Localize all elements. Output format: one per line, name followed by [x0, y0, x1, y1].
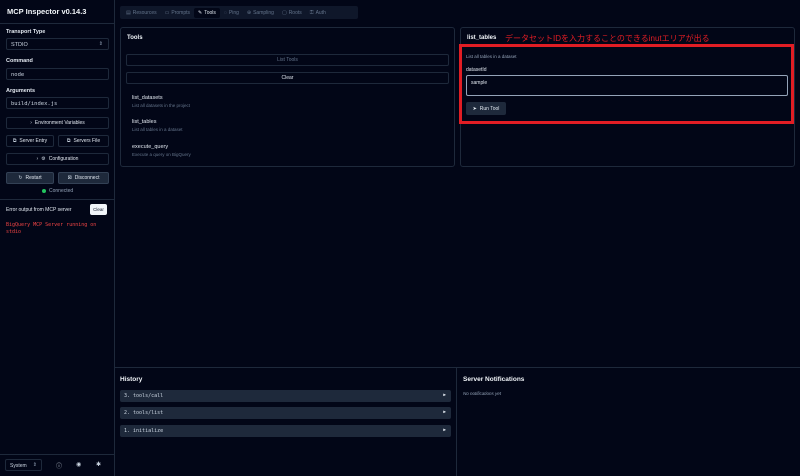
- disconnect-icon: ⊠: [67, 175, 72, 181]
- theme-value: System: [10, 463, 27, 469]
- prompts-icon: ▭: [164, 9, 170, 16]
- tool-name: list_tables: [132, 119, 157, 125]
- resources-icon: ▤: [126, 9, 131, 16]
- configuration-button[interactable]: › ⚙ Configuration: [6, 153, 109, 165]
- history-item[interactable]: 3. tools/call ▶: [120, 390, 451, 402]
- tab-bar: ▤ Resources ▭ Prompts ✎ Tools ◌ Ping ⊕ S…: [120, 6, 358, 19]
- restart-button[interactable]: ↻ Restart: [6, 172, 54, 184]
- expand-icon: ▶: [443, 393, 446, 398]
- tab-label: Auth: [315, 9, 326, 16]
- tab-label: Resources: [132, 9, 157, 16]
- tool-item-list-datasets[interactable]: list_datasets List all datasets in the p…: [132, 95, 190, 108]
- tool-item-execute-query[interactable]: execute_query Execute a query on BigQuer…: [132, 144, 191, 157]
- tab-sampling[interactable]: ⊕ Sampling: [243, 8, 278, 18]
- chevron-right-icon: ›: [36, 156, 39, 162]
- tab-label: Roots: [288, 9, 302, 16]
- history-item-label: 3. tools/call: [124, 393, 164, 399]
- sidebar-footer: System ⇕ ⓘ ◉ ✱: [0, 454, 115, 476]
- tool-description: Execute a query on BigQuery: [132, 152, 191, 157]
- disconnect-button[interactable]: ⊠ Disconnect: [58, 172, 109, 184]
- history-item[interactable]: 2. tools/list ▶: [120, 407, 451, 419]
- environment-variables-label: Environment Variables: [34, 120, 85, 126]
- servers-file-label: Servers File: [73, 138, 101, 144]
- bottom-area: [115, 367, 800, 476]
- disconnect-label: Disconnect: [74, 175, 100, 181]
- chevron-updown-icon: ⇕: [98, 41, 103, 47]
- tool-description: List all tables in a dataset: [132, 127, 183, 132]
- tool-name: execute_query: [132, 144, 169, 150]
- arguments-input[interactable]: build/index.js: [6, 97, 109, 109]
- sidebar-divider: [0, 23, 115, 24]
- tab-label: Sampling: [253, 9, 274, 16]
- clear-tools-button[interactable]: Clear: [126, 72, 449, 84]
- transport-type-value: STDIO: [11, 42, 28, 48]
- history-item[interactable]: 1. initialize ▶: [120, 425, 451, 437]
- server-notifications-title: Server Notifications: [463, 376, 525, 383]
- history-title: History: [120, 376, 143, 383]
- history-item-label: 1. initialize: [124, 428, 164, 434]
- restart-label: Restart: [25, 175, 42, 181]
- chevron-updown-icon: ⇕: [32, 462, 37, 468]
- notifications-empty-text: No notifications yet: [463, 391, 502, 396]
- arguments-label: Arguments: [6, 88, 36, 94]
- copy-icon: ⧉: [66, 138, 71, 144]
- tab-tools[interactable]: ✎ Tools: [194, 7, 220, 18]
- servers-file-button[interactable]: ⧉ Servers File: [58, 135, 109, 147]
- tool-detail-title: list_tables: [467, 35, 497, 41]
- configuration-label: Configuration: [48, 156, 79, 162]
- environment-variables-button[interactable]: › Environment Variables: [6, 117, 109, 129]
- connection-status: Connected: [42, 188, 73, 194]
- tool-name: list_datasets: [132, 95, 163, 101]
- server-entry-button[interactable]: ⧉ Server Entry: [6, 135, 54, 147]
- error-output-title: Error output from MCP server: [6, 207, 72, 213]
- tab-ping[interactable]: ◌ Ping: [220, 8, 243, 18]
- tool-item-list-tables[interactable]: list_tables List all tables in a dataset: [132, 119, 183, 132]
- command-input[interactable]: node: [6, 68, 109, 80]
- status-dot-icon: [42, 189, 46, 193]
- expand-icon: ▶: [443, 428, 446, 433]
- expand-icon: ▶: [443, 410, 446, 415]
- github-icon[interactable]: ◉: [76, 461, 81, 468]
- restart-icon: ↻: [18, 175, 23, 181]
- history-item-label: 2. tools/list: [124, 410, 164, 416]
- list-tools-button[interactable]: List Tools: [126, 54, 449, 66]
- tool-description: List all datasets in the project: [132, 103, 191, 108]
- chevron-right-icon: ›: [30, 120, 32, 126]
- tab-prompts[interactable]: ▭ Prompts: [161, 8, 194, 18]
- ping-icon: ◌: [223, 9, 227, 16]
- annotation-highlight-box: [459, 44, 794, 124]
- tab-label: Tools: [204, 9, 216, 16]
- app-title: MCP Inspector v0.14.3: [7, 7, 87, 16]
- tab-label: Ping: [228, 9, 239, 16]
- annotation-text: データセットIDを入力することのできるinutエリアが出る: [505, 34, 710, 43]
- copy-icon: ⧉: [12, 138, 17, 144]
- auth-icon: ⚿: [309, 9, 314, 16]
- tab-resources[interactable]: ▤ Resources: [122, 8, 161, 18]
- tab-label: Prompts: [171, 9, 190, 16]
- tab-auth[interactable]: ⚿ Auth: [306, 8, 330, 18]
- sidebar: MCP Inspector v0.14.3 Transport Type STD…: [0, 0, 115, 476]
- sampling-icon: ⊕: [246, 9, 252, 16]
- tab-roots[interactable]: ▢ Roots: [278, 8, 306, 18]
- command-label: Command: [6, 58, 33, 64]
- help-icon[interactable]: ⓘ: [56, 461, 62, 470]
- sidebar-divider: [0, 199, 115, 200]
- transport-type-select[interactable]: STDIO ⇕: [6, 38, 109, 50]
- roots-icon: ▢: [281, 9, 287, 16]
- error-output-text: BigQuery MCP Server running on stdio: [6, 222, 97, 235]
- gear-icon: ⚙: [41, 156, 46, 162]
- transport-type-label: Transport Type: [6, 29, 46, 35]
- server-entry-label: Server Entry: [19, 138, 48, 144]
- bottom-divider: [456, 367, 457, 476]
- connection-status-text: Connected: [49, 188, 74, 194]
- tools-panel-title: Tools: [127, 35, 143, 41]
- wrench-icon: ✎: [198, 9, 203, 16]
- theme-select[interactable]: System ⇕: [5, 459, 42, 471]
- error-clear-button[interactable]: Clear: [90, 204, 107, 215]
- bug-icon[interactable]: ✱: [96, 461, 101, 468]
